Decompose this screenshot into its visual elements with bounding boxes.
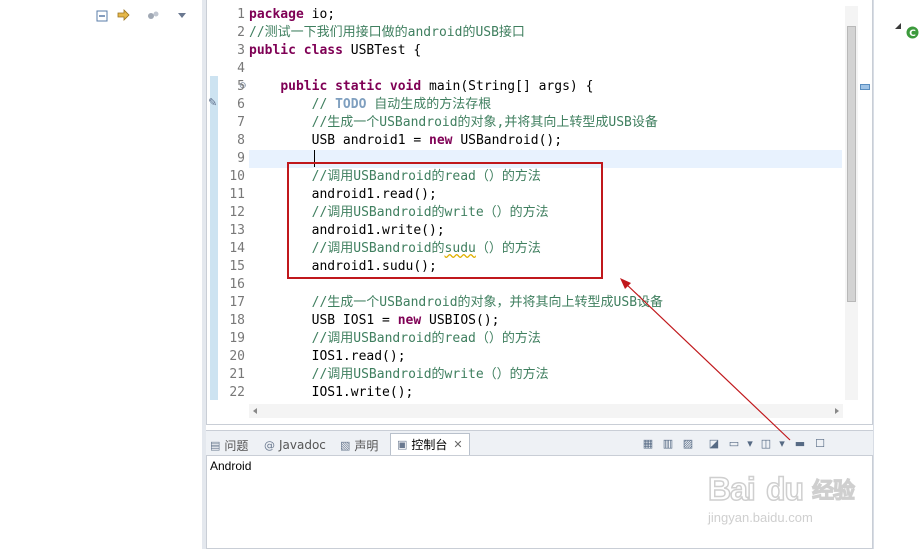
annotation-arrow	[620, 278, 791, 441]
